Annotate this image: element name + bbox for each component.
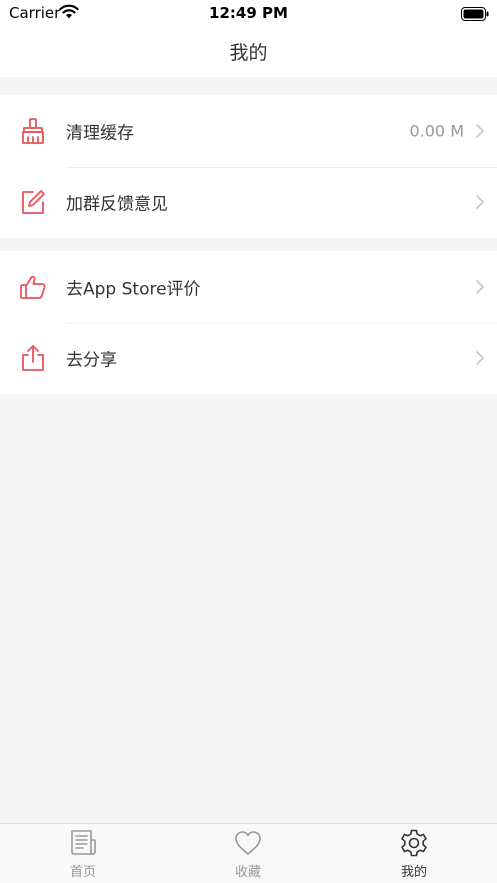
thumbs-up-icon xyxy=(19,273,47,301)
cache-size-value: 0.00 M xyxy=(409,121,464,141)
rate-app-store-row[interactable]: 去App Store评价 xyxy=(0,251,497,323)
share-icon xyxy=(19,344,47,372)
profile-screen: Carrier 12:49 PM 我的 清理缓存 0.00 M 加群反馈意见 去… xyxy=(0,0,497,883)
gear-icon xyxy=(399,828,429,858)
tab-favorites-label: 收藏 xyxy=(234,865,261,880)
status-time: 12:49 PM xyxy=(209,4,288,22)
chevron-right-icon xyxy=(475,194,485,210)
broom-icon xyxy=(19,117,47,145)
chevron-right-icon xyxy=(475,350,485,366)
battery-icon xyxy=(461,6,489,25)
heart-icon xyxy=(233,828,263,858)
newspaper-icon xyxy=(68,828,98,858)
feedback-group-row[interactable]: 加群反馈意见 xyxy=(0,166,497,239)
chevron-right-icon xyxy=(475,123,485,139)
settings-section-1: 清理缓存 0.00 M 加群反馈意见 xyxy=(0,95,497,238)
tab-home[interactable]: 首页 xyxy=(0,824,166,883)
clear-cache-row[interactable]: 清理缓存 0.00 M xyxy=(0,95,497,167)
share-label: 去分享 xyxy=(66,350,117,371)
share-row[interactable]: 去分享 xyxy=(0,322,497,395)
clear-cache-label: 清理缓存 xyxy=(66,123,134,144)
status-bar: Carrier 12:49 PM xyxy=(0,0,497,26)
tab-home-label: 首页 xyxy=(69,865,96,880)
nav-bar: 我的 xyxy=(0,26,497,77)
tab-mine[interactable]: 我的 xyxy=(331,824,497,883)
page-title: 我的 xyxy=(229,42,268,64)
tab-mine-label: 我的 xyxy=(400,865,427,880)
rate-app-store-label: 去App Store评价 xyxy=(66,279,201,300)
settings-section-2: 去App Store评价 去分享 xyxy=(0,251,497,394)
edit-icon xyxy=(19,188,47,216)
tab-bar: 首页 收藏 我的 xyxy=(0,823,497,883)
feedback-group-label: 加群反馈意见 xyxy=(66,194,168,215)
tab-favorites[interactable]: 收藏 xyxy=(165,824,331,883)
chevron-right-icon xyxy=(475,279,485,295)
